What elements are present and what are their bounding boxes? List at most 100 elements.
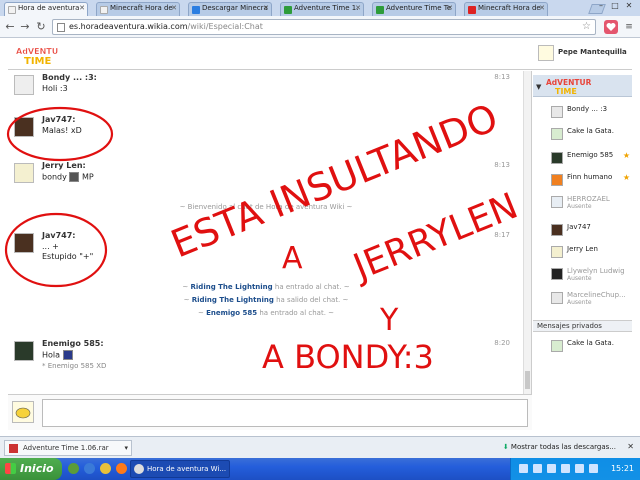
avatar[interactable]: [14, 233, 34, 253]
user-list-item[interactable]: Jerry Len: [551, 245, 632, 261]
bookmark-star-icon[interactable]: ☆: [582, 20, 591, 34]
avatar: [551, 268, 563, 280]
user-list-item[interactable]: Bondy ... :3: [551, 105, 632, 121]
svg-text:TIME: TIME: [555, 87, 577, 96]
firefox-icon[interactable]: [116, 463, 127, 474]
close-window-icon[interactable]: ✕: [622, 0, 636, 12]
minimize-icon[interactable]: –: [594, 0, 608, 12]
avatar: [538, 45, 554, 61]
chrome-icon: [134, 464, 144, 474]
forward-icon[interactable]: →: [18, 20, 32, 34]
windows-taskbar: Inicio Hora de aventura Wi... 15:21: [0, 458, 640, 480]
avatar[interactable]: [14, 75, 34, 95]
user-list-item[interactable]: Enemigo 585 ★: [551, 151, 632, 167]
show-all-downloads-link[interactable]: ⬇ Mostrar todas las descargas...: [503, 443, 616, 451]
chat-scrollbar[interactable]: [523, 71, 531, 394]
close-tab-icon[interactable]: ✕: [79, 4, 85, 12]
address-bar[interactable]: es.horadeaventura.wikia.com/wiki/Especia…: [52, 19, 596, 35]
download-arrow-favicon-icon: [284, 6, 292, 14]
avatar: [551, 196, 563, 208]
avatar: [551, 224, 563, 236]
message-input[interactable]: [42, 399, 528, 427]
tab-minecraft-youtube[interactable]: Minecraft Hora de ✕: [464, 2, 548, 16]
ie-icon[interactable]: [84, 463, 95, 474]
self-avatar: [12, 401, 34, 423]
scrollbar-thumb[interactable]: [525, 371, 530, 389]
moderator-star-icon: ★: [622, 151, 630, 160]
youtube-favicon-icon: [468, 6, 476, 14]
menu-wrench-icon[interactable]: ≡: [622, 20, 636, 34]
download-favicon-icon: [192, 6, 200, 14]
avatar[interactable]: [14, 117, 34, 137]
reload-icon[interactable]: ↻: [34, 20, 48, 34]
wikia-favicon-icon: [8, 6, 16, 14]
downloads-bar: Adventure Time 1.06.rar ▾ ⬇ Mostrar toda…: [0, 436, 640, 458]
tab-adventure-time-2[interactable]: Adventure Time Te ✕: [372, 2, 456, 16]
back-icon[interactable]: ←: [3, 20, 17, 34]
wiki-room[interactable]: ▼ AdVENTURE TIME: [533, 75, 632, 97]
mini-avatar-icon: [69, 172, 80, 182]
user-list-item[interactable]: HERROZAEL Ausente: [551, 195, 632, 215]
chat-message: Enemigo 585: Hola * Enemigo 585 XD 8:20: [14, 339, 524, 379]
chat-user-list: ▼ AdVENTURE TIME Bondy ... :3 Cake la Ga…: [533, 71, 632, 430]
avatar: [551, 340, 563, 352]
mini-avatar-icon: [62, 350, 73, 360]
chat-log[interactable]: Bondy ... :3: Holi :3 8:13 Jav747: Malas…: [8, 71, 532, 394]
close-tab-icon[interactable]: ✕: [447, 4, 453, 12]
welcome-message: ~ Bienvenido al chat de Hora de aventura…: [179, 203, 353, 211]
taskbar-chrome-window[interactable]: Hora de aventura Wi...: [130, 460, 230, 478]
tab-minecraft-1[interactable]: Minecraft Hora de ✕: [96, 2, 180, 16]
chat-message: Jav747: ... + Estupido "+" 8:17: [14, 231, 524, 267]
avatar: [551, 246, 563, 258]
close-tab-icon[interactable]: ✕: [539, 4, 545, 12]
adventure-time-logo: AdVENTURE TIME: [546, 78, 591, 96]
self-user[interactable]: Pepe Mantequilla: [538, 43, 628, 65]
close-tab-icon[interactable]: ✕: [355, 4, 361, 12]
download-arrow-icon: ⬇: [502, 443, 509, 451]
chrome-icon[interactable]: [100, 463, 111, 474]
tab-hora-de-aventura[interactable]: Hora de aventura ✕: [4, 2, 88, 16]
start-button[interactable]: Inicio: [0, 458, 62, 480]
browser-toolbar: ← → ↻ es.horadeaventura.wikia.com/wiki/E…: [0, 16, 640, 38]
tray-icon[interactable]: [547, 464, 556, 473]
close-tab-icon[interactable]: ✕: [263, 4, 269, 12]
chat-message: Jav747: Malas! xD: [14, 115, 524, 145]
chat-input-area: [8, 394, 532, 430]
avatar: [551, 106, 563, 118]
private-user-item[interactable]: Cake la Gata.: [551, 339, 632, 355]
avatar: [551, 174, 563, 186]
tray-icon[interactable]: [561, 464, 570, 473]
close-tab-icon[interactable]: ✕: [171, 4, 177, 12]
maximize-icon[interactable]: □: [608, 0, 622, 12]
avatar[interactable]: [14, 163, 34, 183]
network-icon[interactable]: [589, 464, 598, 473]
user-list-item[interactable]: Jav747: [551, 223, 632, 239]
svg-text:AdVENTURE: AdVENTURE: [16, 47, 58, 56]
user-list-item[interactable]: MarcelineChup... Ausente: [551, 291, 632, 311]
close-downloads-icon[interactable]: ✕: [627, 442, 634, 451]
volume-icon[interactable]: [575, 464, 584, 473]
collapse-triangle-icon[interactable]: ▼: [536, 83, 541, 91]
download-item[interactable]: Adventure Time 1.06.rar ▾: [4, 440, 132, 456]
avatar: [551, 292, 563, 304]
tray-icon[interactable]: [533, 464, 542, 473]
chat-message: Jerry Len: bondy MP 8:13: [14, 161, 524, 191]
rar-file-icon: [9, 444, 18, 453]
tab-adventure-time-1[interactable]: Adventure Time 1. ✕: [280, 2, 364, 16]
user-list-item[interactable]: Finn humano ★: [551, 173, 632, 189]
pocket-heart-icon[interactable]: [604, 20, 618, 34]
quicklaunch-icon[interactable]: [68, 463, 79, 474]
tray-icon[interactable]: [519, 464, 528, 473]
tab-descargar-minecraft[interactable]: Descargar Minecra ✕: [188, 2, 272, 16]
avatar: [551, 152, 563, 164]
user-list-item[interactable]: Cake la Gata.: [551, 127, 632, 143]
svg-text:AdVENTURE: AdVENTURE: [546, 78, 591, 87]
join-message: ~ Riding The Lightning ha entrado al cha…: [182, 283, 350, 291]
avatar[interactable]: [14, 341, 34, 361]
dropdown-arrow-icon[interactable]: ▾: [124, 441, 128, 455]
user-list-item[interactable]: Llywelyn Ludwig Ausente: [551, 267, 632, 287]
windows-flag-icon: [5, 463, 16, 474]
smiley-avatar-icon: [15, 407, 31, 419]
chat-header: AdVENTURE TIME Pepe Mantequilla: [8, 40, 632, 70]
adventure-time-logo[interactable]: AdVENTURE TIME: [14, 44, 58, 66]
